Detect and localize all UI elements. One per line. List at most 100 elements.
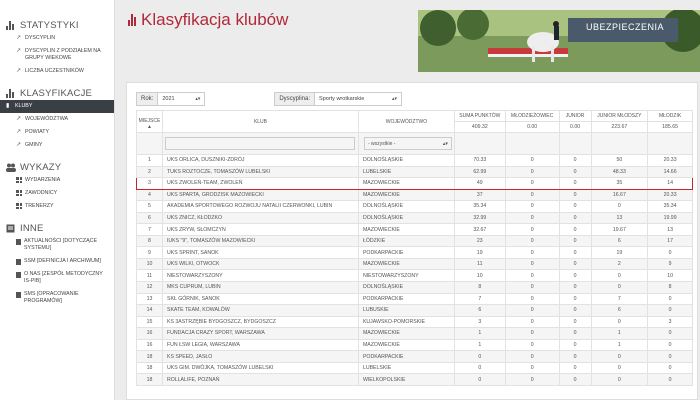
bar-chart-icon: [128, 14, 136, 26]
sidebar-item[interactable]: SSM [DEFINICJA I ARCHIWUM]: [0, 255, 114, 268]
cell-youth: 0: [504, 165, 560, 179]
table-row[interactable]: 16 FUNDACJA CRAZY SPORT, WARSZAWA MAZOWIEC…: [136, 327, 693, 340]
column-header-mlodzik[interactable]: MŁODZIK: [647, 110, 693, 122]
column-header-sum[interactable]: SUMA PUNKTÓW: [453, 110, 506, 122]
cell-youth: 0: [504, 200, 560, 213]
table-row[interactable]: 14 SKATE TEAM, KOWALÓW LUBUSKIE 6 0 0 6 0: [136, 304, 693, 317]
table-row[interactable]: 11 NIESTOWARZYSZONY NIESTOWARZYSZONY 10 0 0 0 1…: [136, 269, 693, 282]
sidebar-item[interactable]: TRENERZY: [0, 200, 114, 213]
cell-place: 1: [136, 154, 163, 167]
cell-junior: 0: [558, 154, 592, 167]
column-header-place[interactable]: MIEJSCE ▲: [136, 110, 163, 133]
cell-sum: 23: [453, 234, 506, 248]
table-row[interactable]: 16 FUN ŁSW LEGIA, WARSZAWA MAZOWIECKIE 1 0 0 1…: [136, 338, 693, 352]
table-row[interactable]: 10 UKS WILKI, OTWOCK MAZOWIECKIE 11 0 0 2 9: [136, 257, 693, 271]
table-row[interactable]: 2 TUKS ROZTOCZE, TOMASZÓW LUBELSKI LUBELSK…: [136, 165, 693, 179]
sidebar-item[interactable]: SMS [OPRACOWANIE PROGRAMÓW]: [0, 288, 114, 308]
sidebar-item-label: AKTUALNOŚCI [DOTYCZĄCE SYSTEMU]: [24, 238, 97, 251]
cell-voivodeship: KUJAWSKO-POMORSKIE: [357, 315, 455, 329]
cell-place: 2: [136, 165, 163, 179]
cell-place: 12: [136, 281, 163, 294]
table-row[interactable]: 7 UKS ZRYW, SŁOMCZYN MAZOWIECKIE 32.67 0 0 19.…: [136, 223, 693, 236]
year-select[interactable]: 2021 ▴▾: [157, 92, 206, 106]
cell-junior-mlodszy: 1: [590, 338, 649, 352]
voivodeship-filter-select[interactable]: - wszystkie - ▴▾: [363, 137, 452, 150]
people-icon: [6, 163, 16, 172]
cell-junior-mlodszy: 13: [590, 211, 649, 225]
cell-sum: 70.33: [453, 154, 506, 167]
club-filter-input[interactable]: [165, 137, 356, 150]
cell-sum: 35.34: [453, 200, 506, 213]
table-row[interactable]: 4 UKS SPARTA, GRODZISK MAZOWIECKI MAZOWIEC…: [136, 188, 693, 202]
cell-junior: 0: [558, 350, 592, 363]
cell-junior: 0: [558, 177, 592, 190]
cell-youth: 0: [504, 361, 560, 375]
sidebar-item-label: TRENERZY: [25, 203, 54, 209]
document-icon: [16, 271, 21, 278]
cell-voivodeship: PODKARPACKIE: [357, 350, 455, 363]
cell-voivodeship: ŁÓDZKIE: [357, 234, 455, 248]
chevron-down-icon: ▴▾: [392, 96, 398, 102]
table-row[interactable]: 18 UKS GIM. DWÓJKA, TOMASZÓW LUBELSKI LUBE…: [136, 361, 693, 375]
cell-place: 15: [136, 315, 163, 329]
cell-voivodeship: MAZOWIECKIE: [357, 327, 455, 340]
column-header-youth[interactable]: MŁODZIEŻOWIEC: [504, 110, 560, 122]
sidebar-item[interactable]: ↗ DYSCYPLIN: [0, 32, 114, 45]
table-row[interactable]: 18 ROLLALIFE, POZNAŃ WIELKOPOLSKIE 0 0 0 0 0: [136, 373, 693, 386]
cell-voivodeship: NIESTOWARZYSZONY: [357, 269, 455, 282]
column-header-junior-mlodszy[interactable]: JUNIOR MŁODSZY: [590, 110, 649, 122]
sidebar-item[interactable]: ↗ DYSCYPLIN Z PODZIAŁEM NA GRUPY WIEKOWE: [0, 45, 114, 65]
discipline-select[interactable]: Sporty wrotkarskie ▴▾: [314, 92, 403, 106]
cell-sum: 6: [453, 304, 506, 317]
sidebar-item[interactable]: O NAS [ZESPÓŁ METODYCZNY IS-PIB]: [0, 268, 114, 288]
cell-place: 10: [136, 257, 163, 271]
sidebar-item[interactable]: ↗ WOJEWÓDZTWA: [0, 113, 114, 126]
cell-sum: 0: [453, 373, 506, 386]
cell-junior: 0: [558, 315, 592, 329]
cell-club: UKS ZRYW, SŁOMCZYN: [161, 223, 359, 236]
cell-club: TUKS ROZTOCZE, TOMASZÓW LUBELSKI: [161, 165, 359, 179]
voivodeship-filter-value: - wszystkie -: [367, 140, 396, 147]
sidebar-item[interactable]: ↗ GMINY: [0, 139, 114, 152]
table-row[interactable]: 8 IUKS "9", TOMASZÓW MAZOWIECKI ŁÓDZKIE 23 0…: [136, 234, 693, 248]
sidebar-item[interactable]: ▮ KLUBY: [0, 100, 114, 113]
cell-sum: 3: [453, 315, 506, 329]
sidebar-item[interactable]: AKTUALNOŚCI [DOTYCZĄCE SYSTEMU]: [0, 235, 114, 255]
cell-club: UKS WILKI, OTWOCK: [161, 257, 359, 271]
sidebar-item-label: KLUBY: [15, 103, 33, 109]
table-row[interactable]: 18 KS SPEED, JASŁO PODKARPACKIE 0 0 0 0 0: [136, 350, 693, 363]
cell-mlodzik: 0: [647, 292, 693, 306]
sidebar-item-label: ZAWODNICY: [25, 190, 58, 196]
cell-voivodeship: PODKARPACKIE: [357, 246, 455, 259]
sidebar-item[interactable]: ↗ POWIATY: [0, 126, 114, 139]
table-row[interactable]: 5 AKADEMIA SPORTOWEGO ROZWOJU NATALII CZE…: [136, 200, 693, 213]
document-icon: [16, 291, 21, 298]
year-value: 2021: [162, 96, 175, 102]
sidebar-item[interactable]: ↗ LICZBA UCZESTNIKÓW: [0, 65, 114, 78]
sidebar-item[interactable]: WYDARZENIA: [0, 174, 114, 187]
column-header-junior[interactable]: JUNIOR: [558, 110, 592, 122]
column-header-club[interactable]: KLUB: [161, 110, 359, 133]
arrow-icon: ↗: [16, 35, 22, 41]
table-row[interactable]: 15 KS 3ASTRZĘBIE BYDGOSZCZ, BYDGOSZCZ KUJA…: [136, 315, 693, 329]
cell-mlodzik: 14: [647, 177, 693, 190]
header-banner-image: UBEZPIECZENIA: [418, 10, 700, 72]
column-header-voivodeship[interactable]: WOJEWÓDZTWO: [357, 110, 455, 133]
table-row[interactable]: 1 UKS ORLICA, DUSZNIKI-ZDRÓJ DOLNOŚLĄSKIE 7…: [136, 154, 693, 167]
cell-place: 4: [136, 188, 163, 202]
table-row[interactable]: 13 SKŁ GÓRNIK, SANOK PODKARPACKIE 7 0 0 7 0: [136, 292, 693, 306]
bar-chart-icon: ▮: [6, 103, 10, 109]
arrow-icon: ↗: [16, 68, 22, 74]
table-row[interactable]: 3 UKS ZWOLEŃ-TEAM, ZWOLEŃ MAZOWIECKIE 49 0 0 3…: [136, 177, 693, 190]
table-row[interactable]: 12 MKS CUPRUM, LUBIN DOLNOŚLĄSKIE 8 0 0 0 8: [136, 281, 693, 294]
table-row[interactable]: 6 UKS ZNICZ, KŁODZKO DOLNOŚLĄSKIE 32.99 0 0 13…: [136, 211, 693, 225]
cell-sum: 7: [453, 292, 506, 306]
discipline-label: Dyscyplina:: [274, 92, 315, 106]
cell-voivodeship: MAZOWIECKIE: [357, 257, 455, 271]
sidebar-section-title: WYKAZY: [20, 161, 62, 173]
cell-junior: 0: [558, 223, 592, 236]
table-row[interactable]: 9 UKS SPRINT, SANOK PODKARPACKIE 19 0 0 19 0: [136, 246, 693, 259]
sidebar-item[interactable]: ZAWODNICY: [0, 187, 114, 200]
cell-junior: 0: [558, 234, 592, 248]
cell-voivodeship: DOLNOŚLĄSKIE: [357, 281, 455, 294]
